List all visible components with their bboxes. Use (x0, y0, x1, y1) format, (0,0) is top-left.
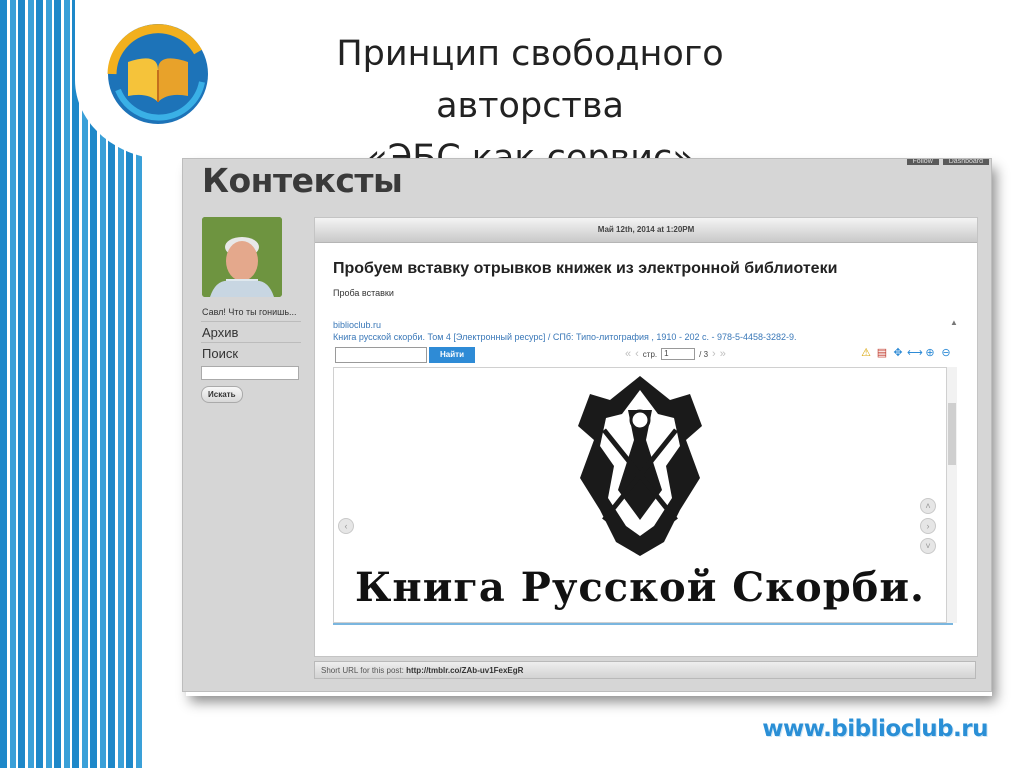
sidebar-item-search[interactable]: Поиск (201, 342, 301, 363)
viewer-up-icon[interactable]: ˄ (920, 498, 936, 514)
blog-post: Май 12th, 2014 at 1:20PM Пробуем вставку… (314, 217, 978, 657)
avatar (202, 217, 282, 297)
find-button[interactable]: Найти (429, 347, 475, 363)
follow-button[interactable]: Follow (906, 159, 939, 165)
slide-title-line1: Принцип свободного авторства (336, 34, 724, 126)
post-date: Май 12th, 2014 at 1:20PM (315, 218, 977, 243)
pdf-icon[interactable]: ▤ (875, 346, 889, 360)
sidebar-item-archive[interactable]: Архив (201, 321, 301, 342)
embed-search-input[interactable] (335, 347, 427, 363)
book-embed: biblioclub.ru Книга русской скорби. Том … (333, 318, 959, 646)
page-total: / 3 (699, 349, 709, 359)
book-page-title: Книга Русской Скорби. (355, 564, 925, 611)
short-url-link[interactable]: http://tmblr.co/ZAb-uv1FexEgR (406, 666, 523, 675)
post-subtitle: Проба вставки (333, 288, 394, 298)
next-page-icon[interactable]: › (712, 348, 716, 360)
embed-bottom-line (333, 623, 953, 625)
viewer-down-icon[interactable]: ˅ (920, 538, 936, 554)
search-input[interactable] (201, 366, 299, 380)
pager: « ‹ стр. 1 / 3 › » (625, 348, 726, 360)
heraldic-emblem-icon (578, 376, 702, 556)
side-caption: Савл! Что ты гонишь... (202, 307, 297, 317)
scroll-up-icon[interactable]: ▲ (949, 318, 959, 330)
book-link[interactable]: Книга русской скорби. Том 4 [Электронный… (333, 332, 797, 342)
short-url-bar: Short URL for this post: http://tmblr.co… (314, 661, 976, 679)
site-url[interactable]: www.biblioclub.ru (762, 716, 988, 742)
prev-page-icon[interactable]: ‹ (635, 348, 639, 360)
page-label: стр. (642, 349, 658, 359)
search-button[interactable]: Искать (201, 386, 243, 403)
blog-heading: Контексты (202, 161, 403, 200)
viewer-next-icon[interactable]: › (920, 518, 936, 534)
book-page-viewer[interactable]: Книга Русской Скорби. ‹ ˄ › ˅ (333, 367, 947, 623)
post-title: Пробуем вставку отрывков книжек из элект… (333, 260, 838, 277)
viewer-scroll-thumb[interactable] (948, 403, 956, 465)
last-page-icon[interactable]: » (720, 348, 726, 360)
source-link[interactable]: biblioclub.ru (333, 320, 381, 330)
move-icon[interactable]: ✥ (891, 346, 905, 360)
top-buttons: Follow Dashboard (906, 159, 989, 165)
avatar-portrait-icon (202, 217, 282, 297)
page-number-input[interactable]: 1 (661, 348, 696, 360)
blog-screenshot: Follow Dashboard Контексты Савл! Что ты … (182, 158, 992, 692)
warning-icon[interactable]: ⚠ (859, 346, 873, 360)
book-logo-icon (107, 24, 208, 124)
dashboard-button[interactable]: Dashboard (942, 159, 989, 165)
fit-width-icon[interactable]: ⟷ (907, 346, 923, 360)
zoom-out-icon[interactable]: ⊖ (939, 346, 953, 360)
side-navigation: Архив Поиск Искать (201, 321, 301, 403)
viewer-prev-icon[interactable]: ‹ (338, 518, 354, 534)
viewer-toolbar: ⚠ ▤ ✥ ⟷ ⊕ ⊖ (859, 346, 953, 360)
zoom-in-icon[interactable]: ⊕ (923, 346, 937, 360)
first-page-icon[interactable]: « (625, 348, 631, 360)
viewer-scrollbar[interactable] (947, 367, 957, 623)
short-url-label: Short URL for this post: (321, 666, 404, 675)
